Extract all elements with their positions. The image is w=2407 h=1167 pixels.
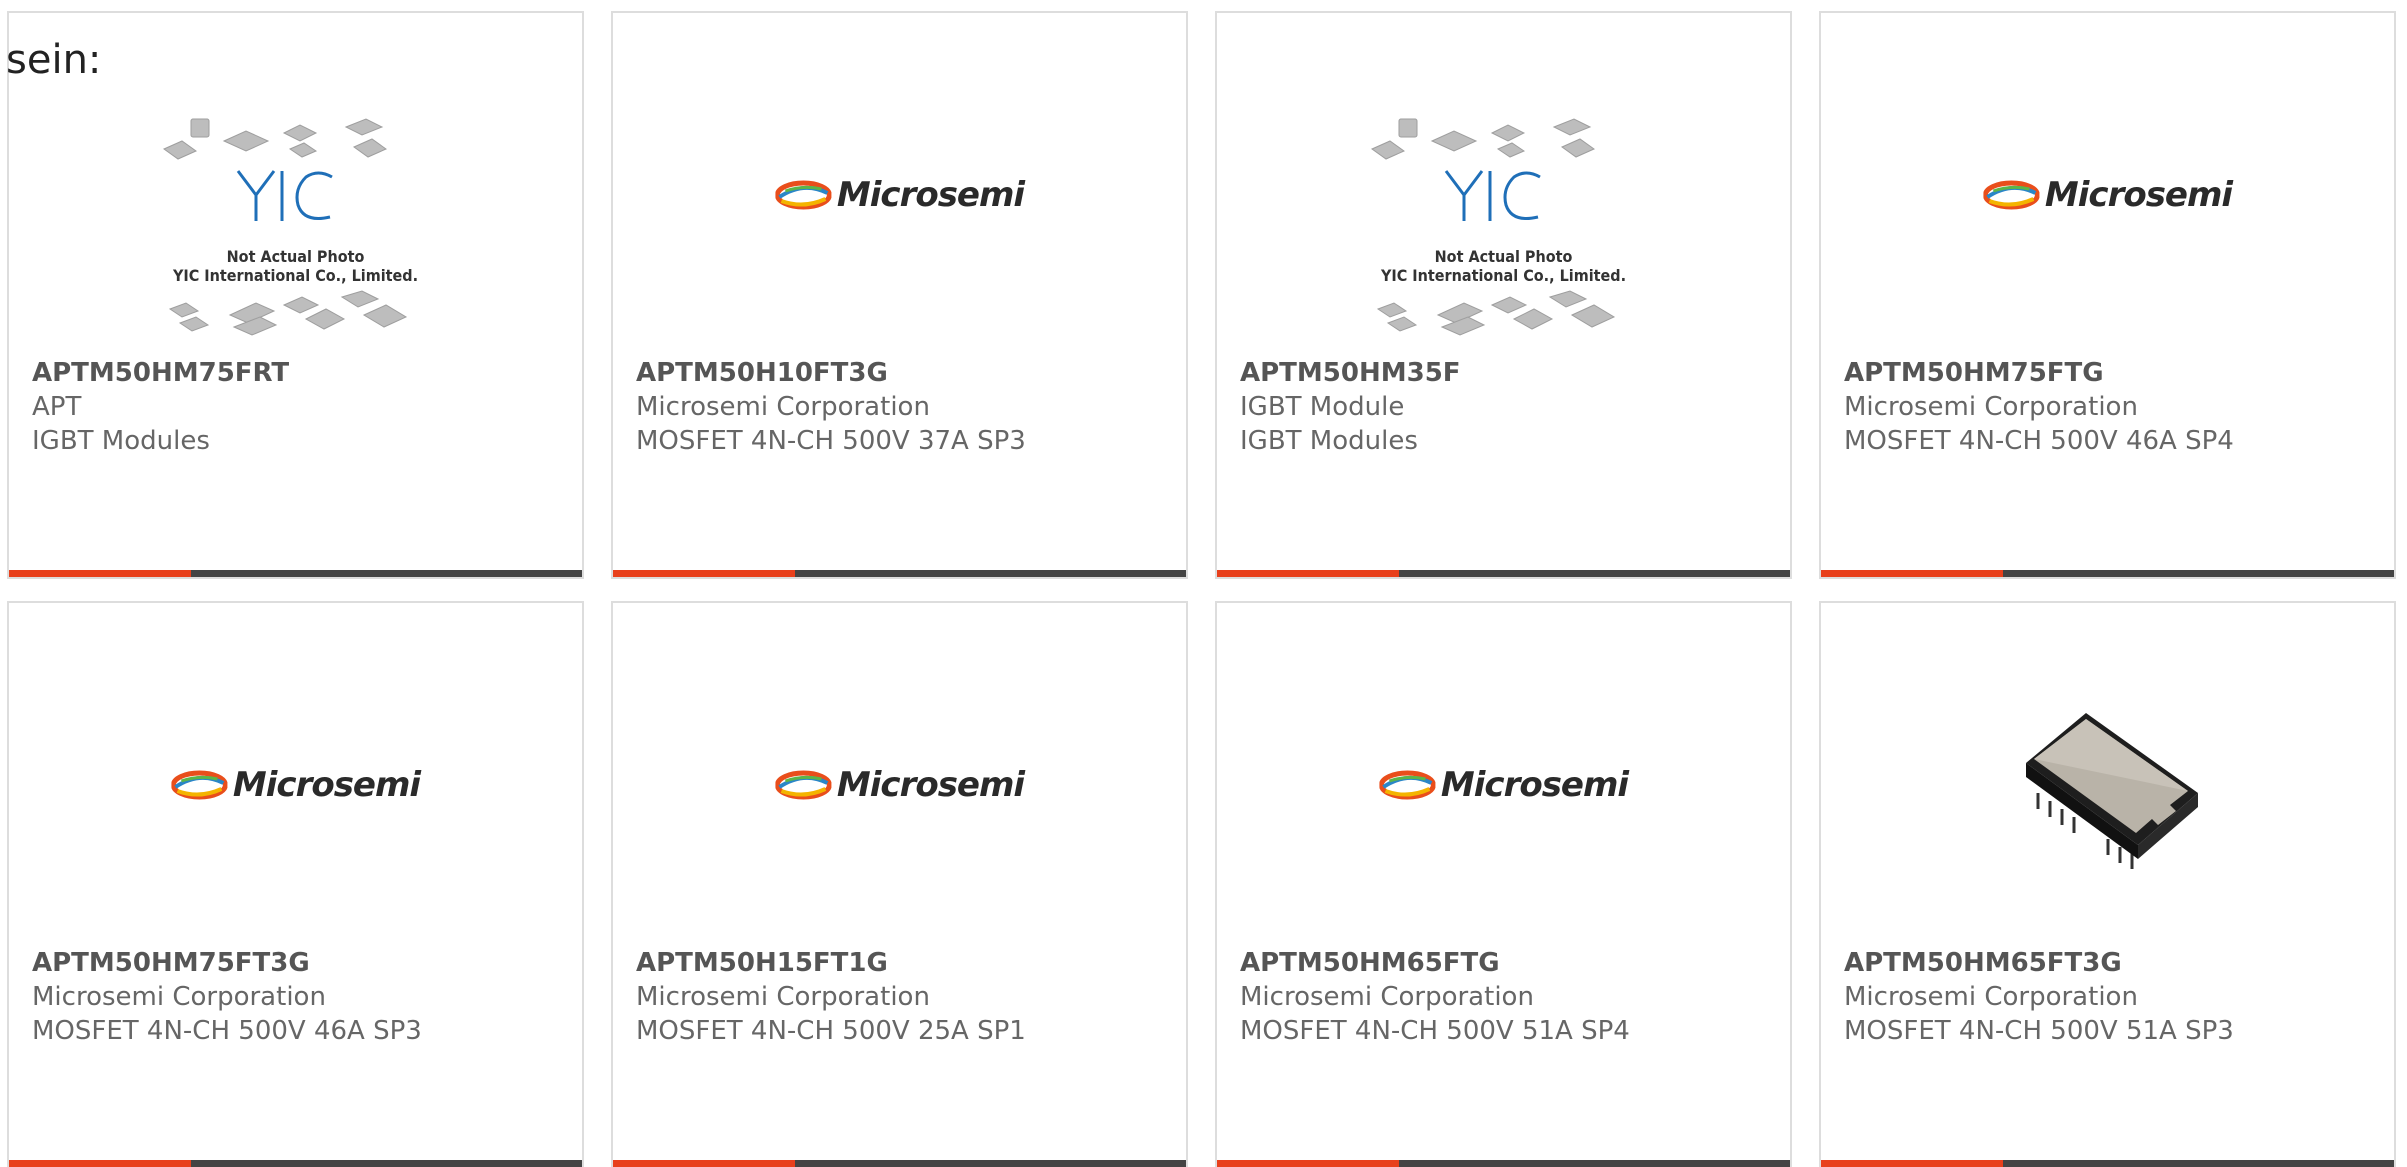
- card-bottom-bar: [613, 570, 1186, 577]
- product-info: APTM50HM65FT3G Microsemi Corporation MOS…: [1844, 946, 2384, 1048]
- product-card[interactable]: Microsemi APTM50HM75FT3G Microsemi Corpo…: [7, 601, 584, 1167]
- product-card[interactable]: Not Actual Photo YIC International Co., …: [1215, 11, 1792, 579]
- product-info: APTM50HM75FRT APT IGBT Modules: [32, 356, 572, 458]
- manufacturer-label: Microsemi Corporation: [32, 982, 326, 1012]
- manufacturer-label: Microsemi Corporation: [636, 392, 930, 422]
- part-number-link[interactable]: APTM50H10FT3G: [636, 356, 1176, 390]
- description-label: IGBT Modules: [1240, 426, 1418, 456]
- product-card[interactable]: Microsemi APTM50H15FT1G Microsemi Corpor…: [611, 601, 1188, 1167]
- product-info: APTM50HM75FT3G Microsemi Corporation MOS…: [32, 946, 572, 1048]
- part-number-link[interactable]: APTM50HM65FT3G: [1844, 946, 2384, 980]
- product-info: APTM50HM75FTG Microsemi Corporation MOSF…: [1844, 356, 2384, 458]
- product-card[interactable]: Microsemi APTM50HM75FTG Microsemi Corpor…: [1819, 11, 2396, 579]
- card-accent-bar: [613, 1160, 795, 1167]
- card-bottom-bar: [613, 1160, 1186, 1167]
- yic-placeholder-image: Not Actual Photo YIC International Co., …: [1364, 111, 1644, 351]
- manufacturer-label: IGBT Module: [1240, 392, 1405, 422]
- part-number-link[interactable]: APTM50HM75FTG: [1844, 356, 2384, 390]
- part-number-link[interactable]: APTM50H15FT1G: [636, 946, 1176, 980]
- card-bottom-bar: [9, 1160, 582, 1167]
- microsemi-swirl-icon: [774, 180, 831, 210]
- product-image[interactable]: Microsemi: [613, 103, 1186, 353]
- chip-packages-icon: [162, 118, 407, 336]
- description-label: MOSFET 4N-CH 500V 25A SP1: [636, 1016, 1026, 1046]
- product-card[interactable]: APTM50HM65FT3G Microsemi Corporation MOS…: [1819, 601, 2396, 1167]
- chip-packages-icon: [1370, 118, 1615, 336]
- manufacturer-label: Microsemi Corporation: [1844, 392, 2138, 422]
- manufacturer-label: Microsemi Corporation: [1844, 982, 2138, 1012]
- microsemi-logo: Microsemi: [170, 765, 421, 805]
- manufacturer-label: Microsemi Corporation: [636, 982, 930, 1012]
- card-accent-bar: [1217, 1160, 1399, 1167]
- manufacturer-label: Microsemi Corporation: [1240, 982, 1534, 1012]
- microsemi-swirl-icon: [170, 770, 227, 800]
- section-heading: sein:: [6, 37, 102, 83]
- card-accent-bar: [613, 570, 795, 577]
- card-bottom-bar: [1217, 570, 1790, 577]
- card-bottom-bar: [1217, 1160, 1790, 1167]
- card-accent-bar: [1821, 1160, 2003, 1167]
- power-module-icon: [2025, 713, 2198, 869]
- product-info: APTM50HM35F IGBT Module IGBT Modules: [1240, 356, 1780, 458]
- placeholder-caption: Not Actual Photo YIC International Co., …: [1380, 247, 1627, 285]
- product-grid-page: sein: Not Actual Photo YIC International…: [0, 0, 2407, 1167]
- card-accent-bar: [1217, 570, 1399, 577]
- product-card[interactable]: Not Actual Photo YIC International Co., …: [7, 11, 584, 579]
- placeholder-caption: Not Actual Photo YIC International Co., …: [172, 247, 419, 285]
- card-accent-bar: [9, 570, 191, 577]
- microsemi-logo: Microsemi: [774, 175, 1025, 215]
- part-number-link[interactable]: APTM50HM65FTG: [1240, 946, 1780, 980]
- microsemi-logo: Microsemi: [1378, 765, 1629, 805]
- description-label: MOSFET 4N-CH 500V 51A SP4: [1240, 1016, 1630, 1046]
- description-label: MOSFET 4N-CH 500V 46A SP3: [32, 1016, 422, 1046]
- description-label: MOSFET 4N-CH 500V 51A SP3: [1844, 1016, 2234, 1046]
- part-number-link[interactable]: APTM50HM75FRT: [32, 356, 572, 390]
- product-image[interactable]: Microsemi: [613, 693, 1186, 943]
- product-image[interactable]: Not Actual Photo YIC International Co., …: [9, 103, 582, 353]
- card-bottom-bar: [9, 570, 582, 577]
- product-card[interactable]: Microsemi APTM50H10FT3G Microsemi Corpor…: [611, 11, 1188, 579]
- description-label: MOSFET 4N-CH 500V 37A SP3: [636, 426, 1026, 456]
- product-info: APTM50H15FT1G Microsemi Corporation MOSF…: [636, 946, 1176, 1048]
- product-info: APTM50HM65FTG Microsemi Corporation MOSF…: [1240, 946, 1780, 1048]
- product-card[interactable]: Microsemi APTM50HM65FTG Microsemi Corpor…: [1215, 601, 1792, 1167]
- product-image[interactable]: [1821, 693, 2394, 943]
- product-image[interactable]: Not Actual Photo YIC International Co., …: [1217, 103, 1790, 353]
- microsemi-swirl-icon: [1378, 770, 1435, 800]
- yic-placeholder-image: Not Actual Photo YIC International Co., …: [156, 111, 436, 351]
- microsemi-swirl-icon: [774, 770, 831, 800]
- part-number-link[interactable]: APTM50HM75FT3G: [32, 946, 572, 980]
- card-accent-bar: [9, 1160, 191, 1167]
- product-image[interactable]: Microsemi: [9, 693, 582, 943]
- card-bottom-bar: [1821, 1160, 2394, 1167]
- product-image[interactable]: Microsemi: [1217, 693, 1790, 943]
- part-number-link[interactable]: APTM50HM35F: [1240, 356, 1780, 390]
- manufacturer-label: APT: [32, 392, 82, 422]
- microsemi-logo: Microsemi: [1982, 175, 2233, 215]
- microsemi-logo: Microsemi: [774, 765, 1025, 805]
- card-bottom-bar: [1821, 570, 2394, 577]
- description-label: IGBT Modules: [32, 426, 210, 456]
- description-label: MOSFET 4N-CH 500V 46A SP4: [1844, 426, 2234, 456]
- product-image[interactable]: Microsemi: [1821, 103, 2394, 353]
- product-info: APTM50H10FT3G Microsemi Corporation MOSF…: [636, 356, 1176, 458]
- microsemi-swirl-icon: [1982, 180, 2039, 210]
- card-accent-bar: [1821, 570, 2003, 577]
- module-photo: [1998, 693, 2218, 897]
